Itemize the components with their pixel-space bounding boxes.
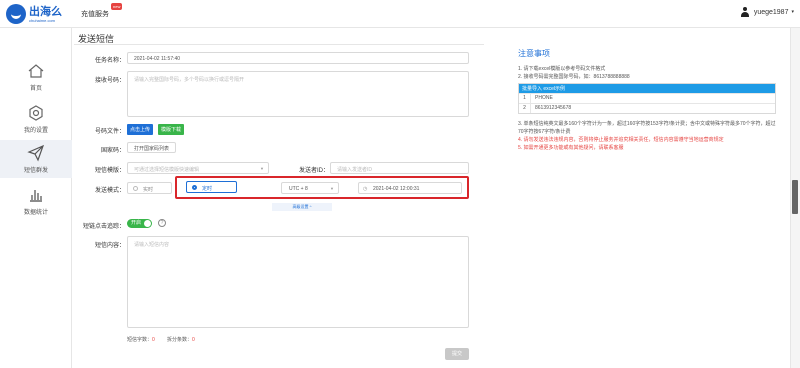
- recharge-link[interactable]: 充值服务: [81, 9, 109, 19]
- radio-realtime[interactable]: 实时: [127, 182, 172, 194]
- country-code-button[interactable]: 打开国家码列表: [127, 142, 177, 153]
- file-label: 号码文件：: [94, 129, 125, 135]
- shortlink-tracking-label: 短链点击追踪：: [82, 224, 125, 230]
- user-icon: [740, 7, 750, 17]
- split-count: 拆分条数：0: [167, 337, 195, 343]
- sidebar: 首页 我的设置 短信群发 数据统计: [0, 28, 72, 368]
- note-4: 4. 请勿发送违法违规内容，否则将停止服务并追究相关责任，短信内容需遵守当地运营…: [518, 137, 724, 143]
- sender-id-input[interactable]: 请输入发送者ID: [330, 162, 469, 174]
- submit-button[interactable]: 提交: [445, 348, 469, 360]
- sidebar-item-stats[interactable]: 数据统计: [0, 182, 72, 220]
- main-content: 发送短信 任务名称： 2021-04-02 11:57:40 接收号码： 请输入…: [72, 28, 790, 368]
- sidebar-item-label: 我的设置: [23, 128, 48, 134]
- notes-panel: 注意事项 1. 请下载excel模版以参考号码文件格式 2. 接收号码需完整国际…: [518, 48, 780, 152]
- note-5: 5. 如需开通更多功能或有其他疑问，请联系客服: [518, 145, 624, 151]
- logo-text: 出海么: [29, 5, 62, 18]
- excel-example-table: 批量导入 excel示例 1 PHONE 2 8613912345678: [518, 83, 776, 114]
- gear-icon: [29, 105, 43, 121]
- table-row: 1 PHONE: [519, 93, 775, 103]
- highlight-box: [175, 176, 469, 199]
- split-count-value: 0: [192, 337, 195, 343]
- chevron-down-icon: ▼: [260, 166, 264, 171]
- advanced-settings-toggle[interactable]: 高级设置 ^: [272, 203, 332, 211]
- logo-subtext: chuhaime.com: [29, 17, 56, 23]
- divider: [74, 44, 484, 45]
- user-menu[interactable]: yuege1987 ▾: [740, 7, 794, 17]
- sidebar-item-label: 首页: [29, 86, 42, 92]
- username: yuege1987: [753, 8, 789, 16]
- sidebar-item-settings[interactable]: 我的设置: [0, 100, 72, 138]
- upload-button[interactable]: 点击上传: [127, 124, 154, 135]
- sender-id-label: 发送者ID：: [298, 168, 329, 174]
- sidebar-item-home[interactable]: 首页: [0, 58, 72, 96]
- help-icon[interactable]: ?: [158, 219, 166, 227]
- note-3: 3. 单条短信纯英文最多160个字符计为一条，超过160字符按153字符/条计费…: [518, 121, 776, 135]
- country-code-label: 国家码：: [100, 148, 125, 154]
- bar-chart-icon: [30, 190, 42, 202]
- sms-template-select[interactable]: 可通过选择短信模版快速编辑 ▼: [127, 162, 269, 174]
- content-textarea[interactable]: 请输入短信内容: [127, 236, 469, 328]
- scrollbar[interactable]: [790, 28, 800, 368]
- notes-title: 注意事项: [518, 49, 550, 58]
- task-name-input[interactable]: 2021-04-02 11:57:40: [127, 52, 469, 64]
- word-count: 短信字数：0: [127, 337, 155, 343]
- logo-icon: [6, 4, 26, 24]
- send-mode-label: 发送模式：: [94, 188, 125, 194]
- paper-plane-icon: [27, 144, 45, 162]
- scrollbar-thumb[interactable]: [792, 180, 798, 214]
- numbers-textarea[interactable]: 请输入完整国际号码，多个号码以换行或逗号隔开: [127, 71, 469, 117]
- top-bar: 出海么 chuhaime.com 充值服务 new yuege1987 ▾: [0, 0, 800, 28]
- example-table-header: 批量导入 excel示例: [519, 84, 775, 93]
- table-row: 2 8613912345678: [519, 103, 775, 113]
- note-1: 1. 请下载excel模版以参考号码文件格式: [518, 66, 606, 72]
- home-icon: [28, 64, 44, 78]
- sidebar-item-label: 数据统计: [23, 210, 48, 216]
- content-label: 短信内容：: [94, 243, 125, 249]
- new-badge: new: [111, 3, 123, 10]
- sms-template-label: 短信模版：: [94, 168, 125, 174]
- chevron-down-icon: ▾: [791, 9, 794, 15]
- numbers-label: 接收号码：: [94, 78, 125, 84]
- sidebar-item-label: 短信群发: [23, 168, 48, 174]
- note-2: 2. 接收号码需完整国际号码，如：8613788888888: [518, 74, 630, 80]
- word-count-value: 0: [152, 337, 155, 343]
- shortlink-tracking-toggle[interactable]: 开启: [127, 219, 152, 228]
- task-name-label: 任务名称：: [94, 58, 125, 64]
- logo[interactable]: 出海么 chuhaime.com: [6, 4, 62, 24]
- template-download-button[interactable]: 模版下载: [158, 124, 185, 135]
- sidebar-item-sms[interactable]: 短信群发: [0, 140, 72, 178]
- radio-dot: [133, 186, 138, 191]
